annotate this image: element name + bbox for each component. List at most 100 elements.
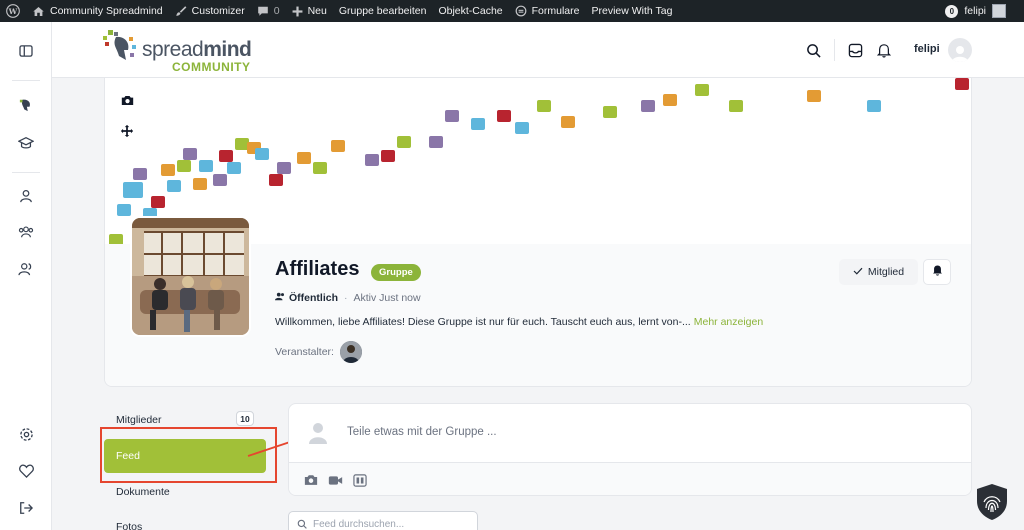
cover-tile [365, 154, 379, 166]
group-privacy: Öffentlich [275, 292, 338, 304]
groups-icon[interactable] [17, 223, 35, 241]
edit-group-link[interactable]: Gruppe bearbeiten [333, 0, 433, 22]
group-description-text: Willkommen, liebe Affiliates! Diese Grup… [275, 316, 691, 328]
logo-mark-icon [103, 30, 136, 60]
cover-tile [807, 90, 821, 102]
header-divider [834, 39, 835, 61]
cover-tile [641, 100, 655, 112]
show-more-link[interactable]: Mehr anzeigen [694, 316, 763, 328]
organizer-avatar[interactable] [339, 341, 362, 363]
video-icon[interactable] [327, 473, 343, 487]
profile-icon[interactable] [17, 187, 35, 205]
cover-tile [227, 162, 241, 174]
home-icon [32, 5, 45, 18]
logo-text-main: spread [142, 38, 204, 61]
privacy-label: Öffentlich [289, 292, 338, 304]
cover-tile [381, 150, 395, 162]
graduation-cap-icon[interactable] [17, 134, 35, 152]
community-logo-icon[interactable] [17, 96, 35, 114]
header-user-name[interactable]: felipi [914, 43, 940, 55]
cover-tile [255, 148, 269, 160]
logout-icon[interactable] [17, 499, 35, 517]
left-sidebar [0, 22, 52, 530]
group-meta: Öffentlich · Aktiv Just now [275, 292, 421, 304]
cover-tile [177, 160, 191, 172]
customizer-link[interactable]: Customizer [169, 0, 251, 22]
cover-tile [429, 136, 443, 148]
sidebar-toggle-icon[interactable] [17, 42, 35, 60]
members-icon[interactable] [17, 260, 35, 278]
new-label: Neu [307, 5, 327, 17]
cover-tile [151, 196, 165, 208]
preview-link[interactable]: Preview With Tag [586, 0, 679, 22]
comments-link[interactable]: 0 [251, 0, 286, 22]
cover-tile [955, 78, 969, 90]
wp-logo-menu[interactable]: W [0, 0, 26, 22]
cover-tile [445, 110, 459, 122]
post-composer[interactable]: Teile etwas mit der Gruppe ... [288, 403, 972, 496]
camera-icon[interactable] [116, 89, 138, 111]
cover-tile [297, 152, 311, 164]
cover-tile [199, 160, 213, 172]
admin-avatar[interactable] [992, 4, 1006, 18]
composer-toolbar [289, 462, 971, 495]
forms-icon [515, 5, 527, 17]
cover-tile [161, 164, 175, 176]
camera-icon[interactable] [303, 473, 319, 487]
composer-placeholder[interactable]: Teile etwas mit der Gruppe ... [347, 426, 497, 438]
heart-icon[interactable] [17, 462, 35, 480]
gif-icon[interactable] [352, 473, 368, 487]
svg-text:W: W [8, 7, 18, 16]
cover-tile [167, 180, 181, 192]
notification-badge[interactable]: 0 [945, 4, 959, 18]
search-icon [297, 519, 307, 530]
group-title: Affiliates [275, 258, 360, 280]
edit-group-label: Gruppe bearbeiten [338, 5, 427, 17]
plus-icon [292, 6, 303, 17]
forms-link[interactable]: Formulare [509, 0, 586, 22]
cover-tile [123, 182, 143, 198]
group-activity: Aktiv Just now [353, 292, 421, 304]
bell-icon[interactable] [874, 40, 894, 60]
top-header: spreadmind COMMUNITY felipi [52, 22, 1024, 78]
cover-tile [193, 178, 207, 190]
bell-icon [932, 263, 943, 281]
comments-count: 0 [273, 5, 280, 17]
move-icon[interactable] [116, 120, 138, 142]
shield-icon[interactable] [974, 482, 1010, 522]
group-avatar-photo[interactable] [130, 216, 251, 337]
cover-tile [313, 162, 327, 174]
site-name-label: Community Spreadmind [50, 5, 163, 17]
cover-tile [537, 100, 551, 112]
site-name-link[interactable]: Community Spreadmind [26, 0, 169, 22]
membership-button[interactable]: Mitglied [839, 259, 918, 285]
new-content-menu[interactable]: Neu [286, 0, 333, 22]
wp-admin-bar: W Community Spreadmind Customizer 0 Neu … [0, 0, 1024, 22]
feed-search-placeholder: Feed durchsuchen... [313, 518, 405, 530]
cover-tile [729, 100, 743, 112]
comment-icon [257, 5, 269, 17]
cover-tile [269, 174, 283, 186]
group-nav-photos[interactable]: Fotos [104, 510, 268, 530]
check-icon [853, 266, 863, 278]
feed-search-input[interactable]: Feed durchsuchen... [288, 511, 478, 530]
object-cache-link[interactable]: Objekt-Cache [432, 0, 508, 22]
cover-tile [471, 118, 485, 130]
header-avatar[interactable] [948, 38, 972, 62]
search-icon[interactable] [803, 40, 823, 60]
group-notification-button[interactable] [923, 259, 951, 285]
customizer-label: Customizer [191, 5, 245, 17]
cover-tile [109, 234, 123, 244]
users-icon [275, 292, 285, 304]
spreadmind-logo[interactable]: spreadmind COMMUNITY [102, 28, 302, 74]
cover-tile [235, 138, 249, 150]
membership-label: Mitglied [867, 266, 905, 278]
settings-icon[interactable] [17, 425, 35, 443]
forms-label: Formulare [531, 5, 580, 17]
cover-tile [603, 106, 617, 118]
admin-user-name[interactable]: felipi [964, 5, 986, 17]
inbox-icon[interactable] [845, 40, 865, 60]
cover-tile [331, 140, 345, 152]
composer-input-area[interactable]: Teile etwas mit der Gruppe ... [289, 404, 971, 462]
cover-tile [277, 162, 291, 174]
